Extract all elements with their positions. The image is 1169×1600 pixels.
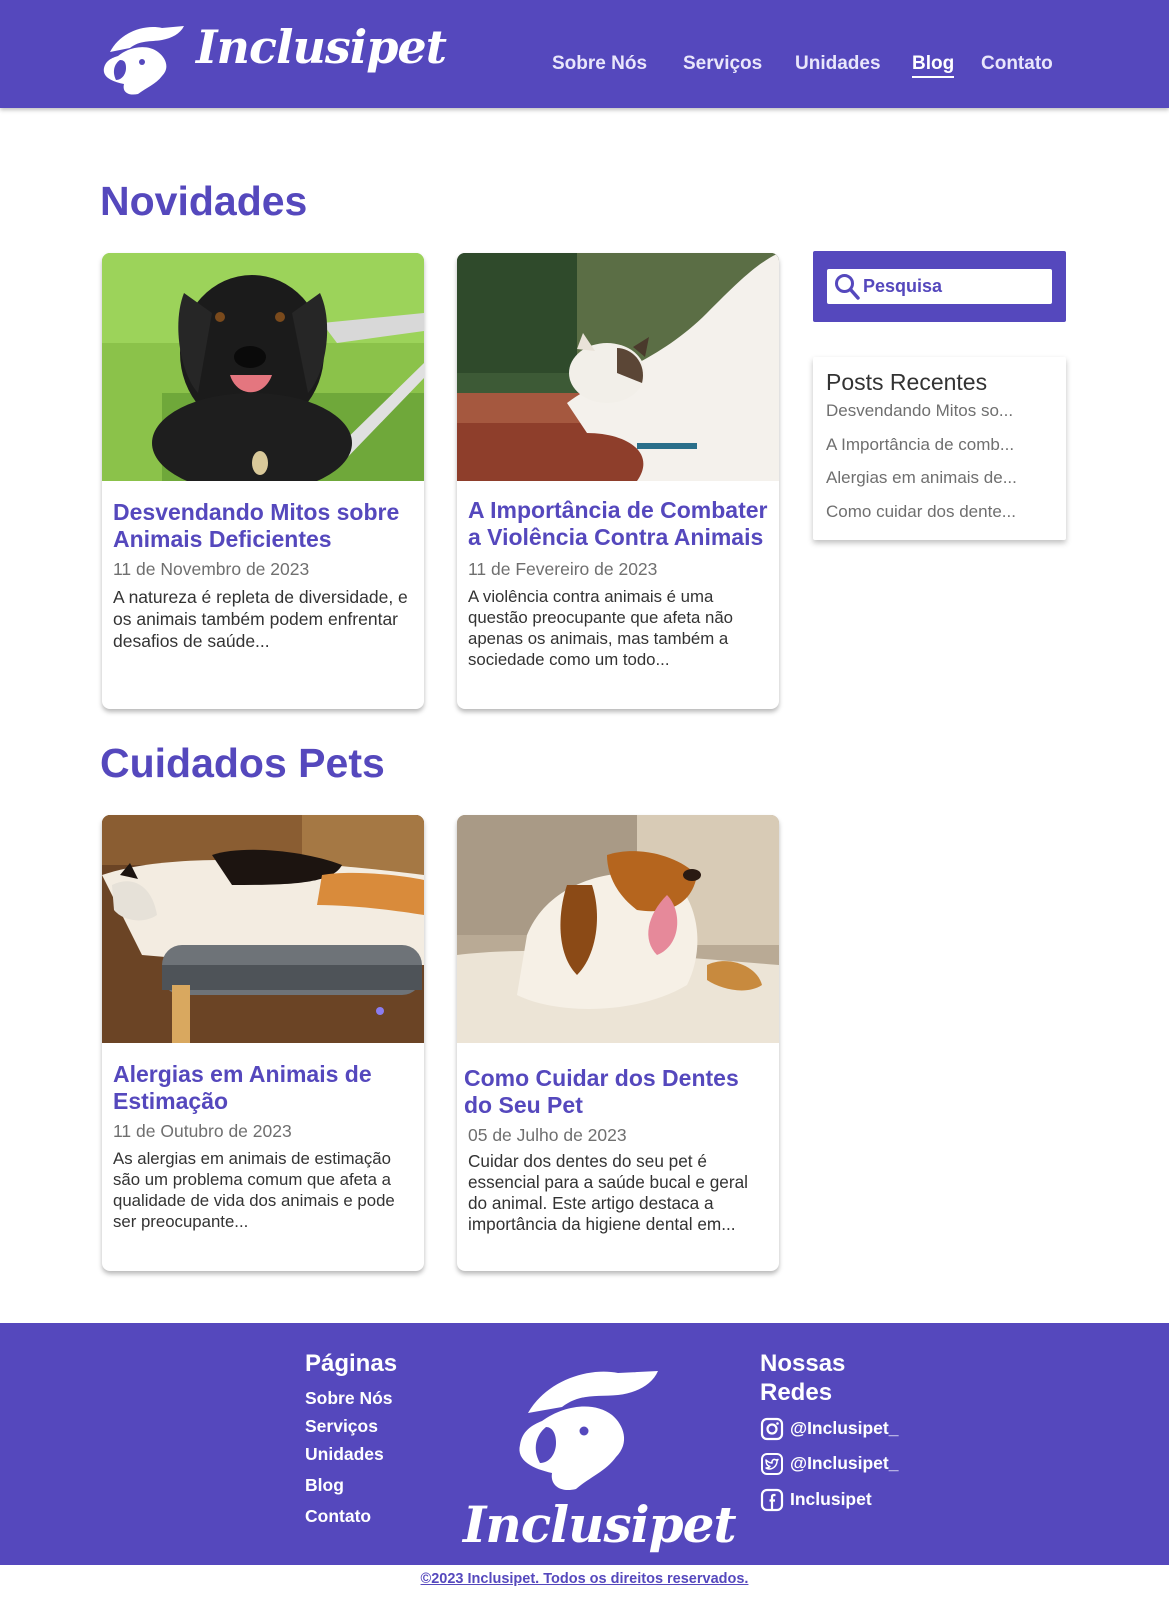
footer-link-blog[interactable]: Blog — [305, 1475, 344, 1496]
post-date: 11 de Novembro de 2023 — [113, 559, 310, 579]
post-card[interactable]: Como Cuidar dos Dentes do Seu Pet 05 de … — [457, 815, 779, 1271]
recent-post-link[interactable]: A Importância de comb... — [826, 435, 1014, 455]
recent-posts-widget: Posts Recentes Desvendando Mitos so... A… — [813, 357, 1066, 540]
search-input[interactable] — [863, 269, 1048, 304]
post-image-calico-cat[interactable] — [102, 815, 424, 1043]
social-label: @Inclusipet_ — [790, 1418, 899, 1438]
recent-post-link[interactable]: Como cuidar dos dente... — [826, 502, 1016, 522]
post-date: 05 de Julho de 2023 — [468, 1125, 627, 1145]
footer-brand-wordmark[interactable]: Inclusipet — [463, 1495, 737, 1554]
post-date: 11 de Outubro de 2023 — [113, 1121, 292, 1141]
post-image-black-dog[interactable] — [102, 253, 424, 481]
footer-link-sobre-nos[interactable]: Sobre Nós — [305, 1388, 393, 1409]
footer-link-servicos[interactable]: Serviços — [305, 1416, 378, 1437]
site-footer: Páginas Sobre Nós Serviços Unidades Blog… — [0, 1323, 1169, 1565]
post-card[interactable]: Alergias em Animais de Estimação 11 de O… — [102, 815, 424, 1271]
footer-pages-title: Páginas — [305, 1350, 398, 1377]
instagram-icon — [760, 1417, 784, 1441]
nav-link-contato[interactable]: Contato — [981, 53, 1053, 75]
search-icon[interactable] — [834, 273, 860, 300]
site-header: Inclusipet Sobre Nós Serviços Unidades B… — [0, 0, 1169, 108]
post-excerpt: A natureza é repleta de diversidade, e o… — [113, 587, 408, 651]
post-excerpt: As alergias em animais de estimação são … — [113, 1149, 395, 1231]
footer-link-contato[interactable]: Contato — [305, 1506, 371, 1527]
social-label: Inclusipet — [790, 1489, 872, 1509]
copyright-link[interactable]: ©2023 Inclusipet. Todos os direitos rese… — [421, 1571, 749, 1587]
section-title-novidades: Novidades — [100, 178, 308, 224]
footer-link-unidades[interactable]: Unidades — [305, 1444, 384, 1465]
recent-posts-title: Posts Recentes — [826, 369, 988, 395]
main-nav: Sobre Nós Serviços Unidades Blog Contato — [0, 53, 1169, 78]
post-card[interactable]: Desvendando Mitos sobre Animais Deficien… — [102, 253, 424, 709]
section-title-cuidados-pets: Cuidados Pets — [100, 740, 385, 786]
search-widget — [813, 251, 1066, 322]
nav-link-sobre-nos[interactable]: Sobre Nós — [552, 53, 647, 75]
footer-social-title: Nossas Redes — [760, 1350, 846, 1406]
copyright-bar: ©2023 Inclusipet. Todos os direitos rese… — [0, 1570, 1169, 1588]
recent-post-link[interactable]: Alergias em animais de... — [826, 468, 1017, 488]
post-image-beagle-yawning[interactable] — [457, 815, 779, 1043]
search-field[interactable] — [827, 269, 1052, 304]
recent-post-link[interactable]: Desvendando Mitos so... — [826, 401, 1013, 421]
nav-link-blog[interactable]: Blog — [912, 53, 955, 78]
post-title[interactable]: A Importância de Combater a Violência Co… — [468, 497, 769, 551]
nav-link-unidades[interactable]: Unidades — [795, 53, 881, 75]
nav-link-servicos[interactable]: Serviços — [683, 53, 762, 75]
post-image-cat-stretching[interactable] — [457, 253, 779, 481]
dog-hand-logo-icon — [519, 1371, 658, 1491]
post-card[interactable]: A Importância de Combater a Violência Co… — [457, 253, 779, 709]
twitter-icon — [761, 1453, 783, 1475]
post-title[interactable]: Alergias em Animais de Estimação — [113, 1061, 414, 1115]
post-title[interactable]: Desvendando Mitos sobre Animais Deficien… — [113, 499, 414, 553]
post-excerpt: Cuidar dos dentes do seu pet é essencial… — [468, 1151, 748, 1234]
facebook-icon — [760, 1488, 784, 1512]
social-label: @Inclusipet_ — [790, 1453, 899, 1473]
post-excerpt: A violência contra animais é uma questão… — [468, 587, 733, 669]
post-title[interactable]: Como Cuidar dos Dentes do Seu Pet — [464, 1065, 769, 1119]
post-date: 11 de Fevereiro de 2023 — [468, 559, 658, 579]
